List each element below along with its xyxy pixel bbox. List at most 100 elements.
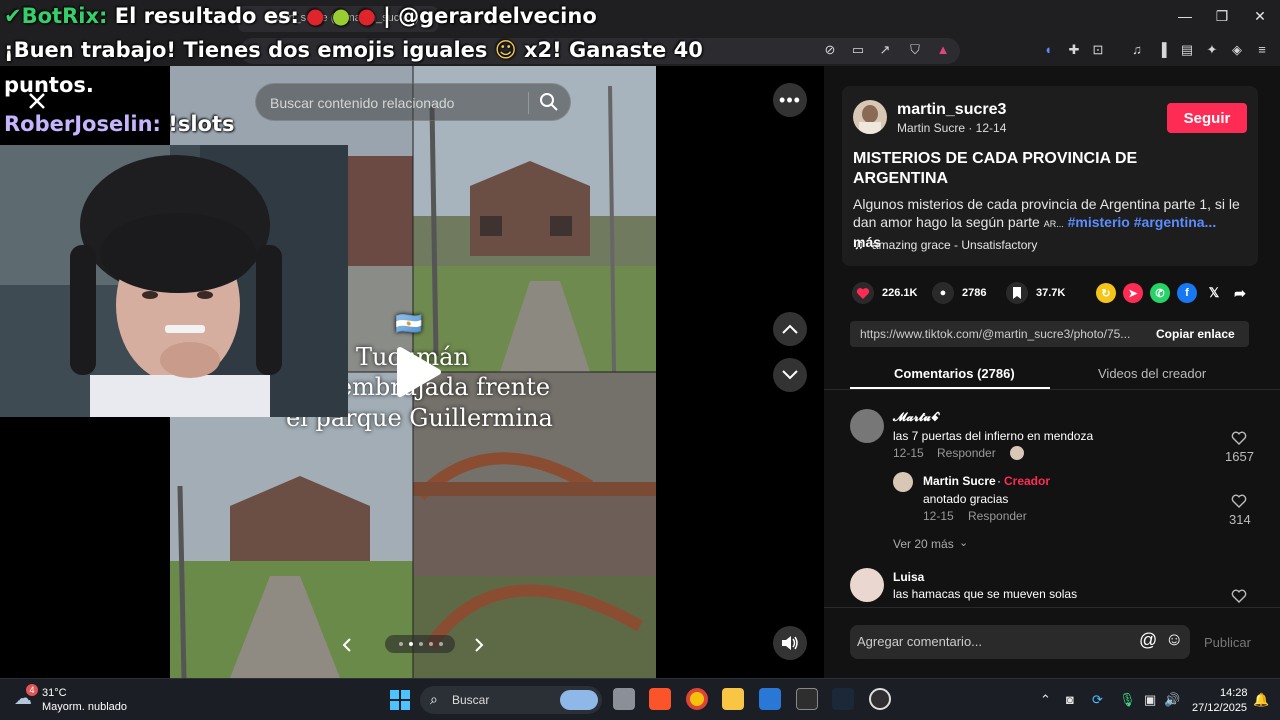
music-note-icon: ♫: [854, 237, 864, 252]
screenshot-icon[interactable]: ⊡: [1090, 42, 1106, 58]
creator-badge: Creador: [1004, 474, 1051, 488]
obs-icon[interactable]: [869, 688, 891, 710]
viewer-name: RoberJoselin:: [4, 112, 161, 136]
apple-emoji-icon-2: ●: [350, 4, 384, 28]
brave-shield-icon[interactable]: ⛉: [907, 42, 923, 58]
facebook-icon[interactable]: f: [1177, 283, 1197, 303]
caption-flag: 🇦🇷: [395, 312, 423, 337]
comment-button[interactable]: ●: [932, 282, 954, 304]
slide-dot[interactable]: [419, 642, 423, 646]
slide-prev-icon[interactable]: [340, 637, 354, 653]
notification-icon[interactable]: 🔔: [1253, 692, 1269, 708]
comment-avatar-3[interactable]: [850, 568, 884, 602]
chevron-down-icon: [782, 370, 798, 380]
minimize-button[interactable]: —: [1175, 8, 1195, 24]
volume-tray-icon[interactable]: 🔊: [1164, 692, 1180, 708]
reply-like-icon[interactable]: [1231, 494, 1247, 508]
cast-icon[interactable]: ▭: [850, 42, 866, 58]
reply-text: anotado gracias: [923, 492, 1009, 506]
wallet-icon[interactable]: ▤: [1179, 42, 1195, 58]
sync-tray-icon[interactable]: ⟳: [1092, 692, 1103, 708]
slide-dot[interactable]: [399, 642, 403, 646]
reply-username[interactable]: Martin Sucre: [923, 474, 996, 488]
next-video-button[interactable]: [773, 358, 807, 392]
previous-video-button[interactable]: [773, 312, 807, 346]
whatsapp-icon[interactable]: ✆: [1150, 283, 1170, 303]
more-options-button[interactable]: •••: [773, 83, 807, 117]
bot-message: ✔BotRix: El resultado es: ● ● ● | @gerar…: [4, 4, 597, 28]
maximize-button[interactable]: ❐: [1212, 8, 1232, 25]
screen: martin_sucre (@martin_sucre3) — ❐ ✕ ⊘ ▭ …: [0, 0, 1280, 720]
bot-name: BotRix:: [21, 4, 108, 28]
reply-button[interactable]: Responder: [937, 446, 996, 460]
task-view-icon[interactable]: [613, 688, 635, 710]
publish-button[interactable]: Publicar: [1204, 635, 1251, 650]
x-icon[interactable]: 𝕏: [1204, 283, 1224, 303]
comment-username-3[interactable]: Luisa: [893, 570, 924, 584]
related-search-input[interactable]: Buscar contenido relacionado: [255, 83, 571, 121]
reply-avatar[interactable]: [893, 472, 913, 492]
tab-creator-videos[interactable]: Videos del creador: [1098, 366, 1206, 381]
menu-icon[interactable]: ≡: [1254, 42, 1270, 58]
tray-overflow-icon[interactable]: ⌃: [1040, 692, 1051, 708]
reader-mode-icon[interactable]: ⊘: [822, 42, 838, 58]
chrome-taskbar-icon[interactable]: [686, 688, 708, 710]
play-icon[interactable]: [394, 346, 444, 398]
clock-date[interactable]: 27/12/2025: [1192, 702, 1247, 714]
reply-reply-button[interactable]: Responder: [968, 509, 1027, 523]
sidebar-icon[interactable]: ▐: [1154, 42, 1170, 58]
epic-games-icon[interactable]: [796, 688, 818, 710]
discord-tray-icon[interactable]: ◙: [1066, 692, 1074, 707]
view-more-replies[interactable]: Ver 20 más: [893, 537, 954, 551]
slide-dot[interactable]: [439, 642, 443, 646]
bookmark-icon: [1013, 287, 1021, 299]
music-title[interactable]: amazing grace - Unsatisfactory: [872, 238, 1037, 252]
hashtag-links[interactable]: #misterio #argentina...: [1068, 214, 1217, 230]
extensions-icon[interactable]: ✚: [1066, 42, 1082, 58]
slide-next-icon[interactable]: [472, 637, 486, 653]
taskbar-search-label: Buscar: [452, 693, 490, 707]
close-player-icon[interactable]: [28, 92, 46, 110]
mention-icon[interactable]: @: [1139, 630, 1157, 651]
share-arrow-icon[interactable]: ➦: [1230, 283, 1250, 303]
volume-button[interactable]: [773, 626, 807, 660]
tab-comments[interactable]: Comentarios (2786): [894, 366, 1015, 381]
brave-rewards-icon[interactable]: ▲: [935, 42, 951, 58]
media-icon[interactable]: ♫: [1129, 42, 1145, 58]
close-button[interactable]: ✕: [1250, 8, 1270, 25]
save-button[interactable]: [1006, 282, 1028, 304]
comment-avatar[interactable]: [850, 409, 884, 443]
like-button[interactable]: [852, 282, 874, 304]
steam-icon[interactable]: [832, 688, 854, 710]
share-page-icon[interactable]: ↗: [877, 42, 893, 58]
copy-link-button[interactable]: Copiar enlace: [1156, 327, 1235, 341]
slide-dot[interactable]: [429, 642, 433, 646]
send-icon[interactable]: ➤: [1123, 283, 1143, 303]
comment-input[interactable]: Agregar comentario... @ ☺: [850, 625, 1190, 659]
audio-icon[interactable]: ◖: [1040, 42, 1056, 58]
brave-taskbar-icon[interactable]: [649, 688, 671, 710]
mic-tray-icon[interactable]: 🎙: [1119, 692, 1136, 708]
emoji-icon[interactable]: ☺: [1165, 629, 1183, 650]
leo-ai-icon[interactable]: ✦: [1204, 42, 1220, 58]
search-icon[interactable]: [539, 92, 559, 112]
follow-button[interactable]: Seguir: [1167, 103, 1247, 133]
taskbar-search[interactable]: ⌕ Buscar: [420, 686, 602, 714]
network-icon[interactable]: ▣: [1144, 692, 1156, 708]
vpn-icon[interactable]: ◈: [1229, 42, 1245, 58]
author-avatar[interactable]: [853, 100, 887, 134]
weather-widget[interactable]: ☁ 4 31°C Mayorm. nublado: [14, 684, 144, 716]
author-username[interactable]: martin_sucre3: [897, 101, 1006, 119]
repost-icon[interactable]: ↻: [1096, 283, 1116, 303]
file-explorer-icon[interactable]: [722, 688, 744, 710]
clock-time[interactable]: 14:28: [1220, 687, 1248, 699]
creator-liked-avatar: [1010, 446, 1024, 460]
comment-text-3: las hamacas que se mueven solas: [893, 587, 1078, 601]
store-icon[interactable]: [759, 688, 781, 710]
slide-dot[interactable]: [409, 642, 413, 646]
windows-start-icon[interactable]: [390, 690, 410, 710]
search-highlight-icon: [560, 690, 598, 710]
comment-like-icon[interactable]: [1231, 431, 1247, 445]
comment-username[interactable]: 𝓜𝓪𝓻𝓽𝓾ꗃ: [893, 410, 940, 425]
comment-like-icon-3[interactable]: [1231, 589, 1247, 603]
